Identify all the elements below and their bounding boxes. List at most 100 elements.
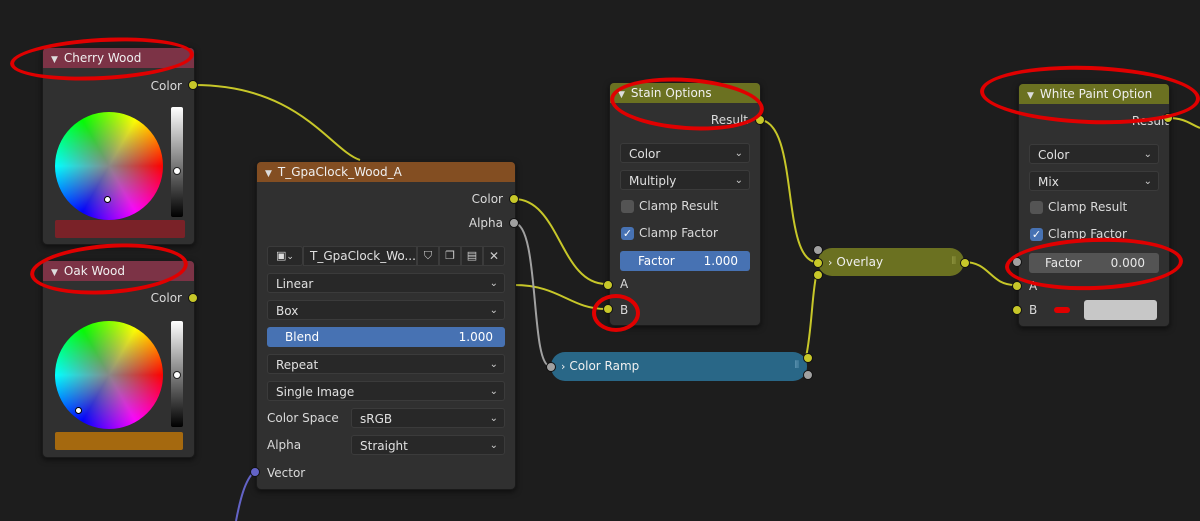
blend-slider[interactable]: Blend 1.000 [267,327,505,347]
image-texture-node[interactable]: ▼ T_GpaClock_Wood_A Color Alpha ▣⌄ T_GpaC… [256,161,516,490]
output-alpha-label: Alpha [468,216,503,230]
texture-alpha-socket[interactable] [509,218,519,228]
white-b-socket[interactable] [1012,305,1022,315]
clamp-result-checkbox[interactable] [621,200,634,213]
data-type-dropdown[interactable]: Color ⌄ [1029,144,1159,164]
clamp-result-label: Clamp Result [1048,200,1128,214]
ramp-fac-socket[interactable] [546,362,556,372]
data-type-dropdown[interactable]: Color ⌄ [620,143,750,163]
link-alpha-to-ramp [513,222,551,367]
clamp-result-checkbox[interactable] [1030,201,1043,214]
chevron-down-icon: ⌄ [1143,176,1152,187]
duplicate-icon[interactable]: ❐ [439,246,461,266]
node-title: Color Ramp [569,359,640,373]
alpha-mode-dropdown[interactable]: Straight ⌄ [351,435,505,455]
white-a-socket[interactable] [1012,281,1022,291]
clamp-result-label: Clamp Result [639,199,719,213]
chevron-down-icon: ⌄ [489,278,498,289]
color-wheel[interactable] [55,112,163,220]
slider-value: 1.000 [703,254,738,268]
overlay-result-socket[interactable] [960,258,970,268]
color-swatch[interactable] [55,220,185,238]
alpha-mode-label: Alpha [267,438,302,452]
chevron-down-icon: ⌄ [489,440,498,451]
chevron-down-icon: ⌄ [1143,149,1152,160]
color-ramp-node[interactable]: › Color Ramp ⦀ [551,352,807,381]
blend-mode-dropdown[interactable]: Mix ⌄ [1029,171,1159,191]
overlay-factor-socket[interactable] [813,245,823,255]
wheel-picker-dot[interactable] [75,407,82,414]
color-swatch[interactable] [55,432,183,450]
fake-user-icon[interactable]: ⛉ [417,246,439,266]
extension-dropdown[interactable]: Repeat ⌄ [267,354,505,374]
annotation-mark-b [1054,307,1070,313]
value-slider-handle[interactable] [173,371,181,379]
slider-value: 1.000 [458,330,493,344]
output-color-label: Color [150,291,182,305]
chevron-down-icon: ⌄ [734,148,743,159]
chevron-down-icon: ⌄ [489,305,498,316]
close-icon[interactable]: ✕ [483,246,505,266]
dropdown-value: Linear [276,277,314,291]
oak-color-socket[interactable] [188,293,198,303]
value-slider[interactable] [171,107,183,217]
link-stain-result-to-overlay [758,119,818,263]
texture-color-socket[interactable] [509,194,519,204]
ramp-alpha-socket[interactable] [803,370,813,380]
texture-header[interactable]: ▼ T_GpaClock_Wood_A [257,162,515,182]
slider-label: Factor [638,254,675,268]
projection-dropdown[interactable]: Box ⌄ [267,300,505,320]
color-space-dropdown[interactable]: sRGB ⌄ [351,408,505,428]
dropdown-value: Repeat [276,358,319,372]
node-title: T_GpaClock_Wood_A [277,165,402,179]
collapse-chevron-icon[interactable]: ▼ [265,169,272,179]
clamp-factor-checkbox[interactable]: ✓ [1030,228,1043,241]
texture-vector-socket[interactable] [250,467,260,477]
node-title: Overlay [836,255,884,269]
overlay-a-socket[interactable] [813,258,823,268]
grip-icon[interactable]: ⦀ [952,248,956,276]
input-b-label: B [1029,303,1038,317]
color-wheel[interactable] [55,321,163,429]
dropdown-value: Single Image [276,385,355,399]
image-name-field[interactable]: T_GpaClock_Wo... [303,246,417,266]
link-white-result-out [1167,117,1200,129]
pack-icon[interactable]: ▤ [461,246,483,266]
source-dropdown[interactable]: Single Image ⌄ [267,381,505,401]
overlay-node[interactable]: › Overlay ⦀ [818,248,964,276]
chevron-down-icon: ⌄ [734,175,743,186]
expand-chevron-icon[interactable]: › [561,360,565,373]
b-color-swatch[interactable] [1084,300,1157,320]
blend-mode-dropdown[interactable]: Multiply ⌄ [620,170,750,190]
ramp-color-socket[interactable] [803,353,813,363]
cherry-color-socket[interactable] [188,80,198,90]
output-color-label: Color [471,192,503,206]
link-vector-in [235,471,255,521]
expand-chevron-icon[interactable]: › [828,256,832,269]
image-icon: ▣ [276,249,287,262]
interpolation-dropdown[interactable]: Linear ⌄ [267,273,505,293]
vector-input-label: Vector [267,466,306,480]
dropdown-value: Box [276,304,299,318]
annotation-circle-b-socket [592,294,640,332]
dropdown-value: Mix [1038,175,1059,189]
grip-icon[interactable]: ⦀ [795,352,799,380]
dropdown-value: Color [1038,148,1070,162]
stain-a-socket[interactable] [603,280,613,290]
color-space-label: Color Space [267,411,339,425]
wheel-picker-dot[interactable] [104,196,111,203]
clamp-factor-checkbox[interactable]: ✓ [621,227,634,240]
input-a-label: A [620,277,629,291]
dropdown-arrow-icon: ⌄ [286,252,294,262]
image-browse-button[interactable]: ▣⌄ [267,246,303,266]
chevron-down-icon: ⌄ [489,386,498,397]
slider-label: Blend [285,330,320,344]
link-tex-to-b [513,284,607,310]
dropdown-value: Straight [360,439,408,453]
link-ramp-to-overlay [805,271,818,358]
overlay-b-socket[interactable] [813,270,823,280]
factor-slider[interactable]: Factor 1.000 [620,251,750,271]
value-slider-handle[interactable] [173,167,181,175]
chevron-down-icon: ⌄ [489,413,498,424]
clamp-factor-label: Clamp Factor [639,226,718,240]
